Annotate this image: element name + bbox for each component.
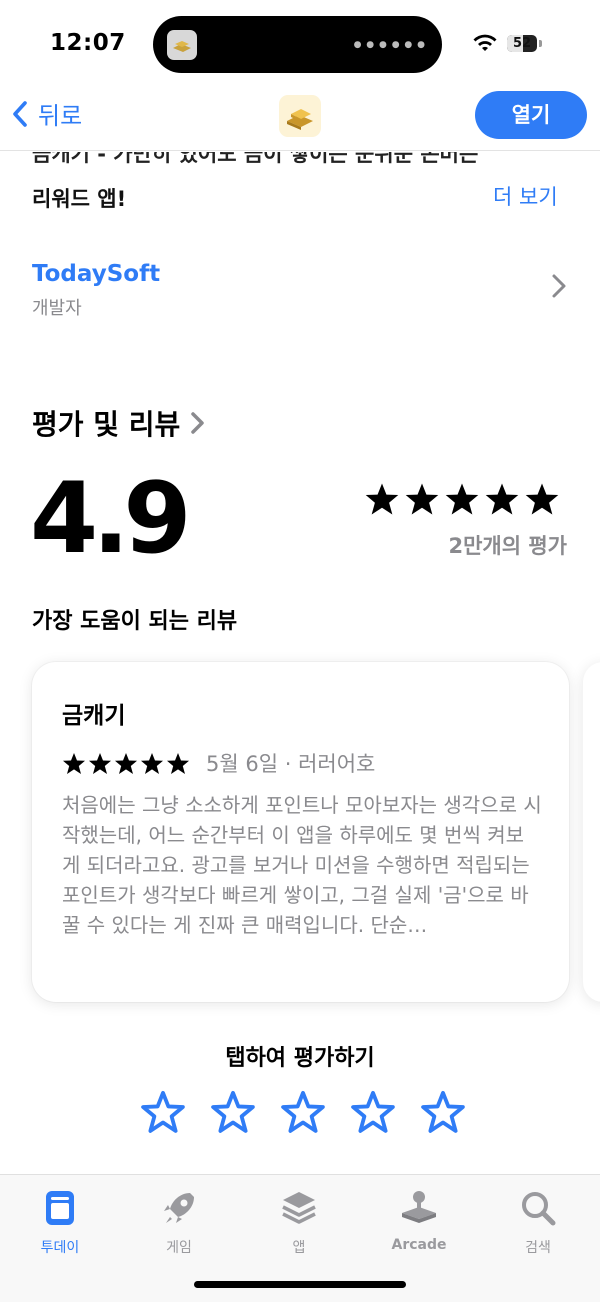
description-clipped-line: 금캐기 - 가만히 있어도 금이 쌓이는 눈뒤운 돈버는	[32, 152, 552, 168]
rocket-icon	[164, 1193, 194, 1223]
next-review-card[interactable]	[583, 662, 600, 1002]
review-body: 처음에는 그냥 소소하게 포인트나 모아보자는 생각으로 시작했는데, 어느 순…	[62, 793, 542, 937]
battery-cap	[539, 40, 542, 47]
battery-level: 52	[512, 36, 532, 51]
tab-label: Arcade	[391, 1237, 447, 1253]
layers-icon	[282, 1192, 316, 1224]
rating-count: 2만개의 평가	[448, 534, 567, 558]
star-filled-icon	[485, 483, 519, 515]
search-icon	[522, 1192, 556, 1226]
review-meta: 5월 6일 · 러러어호	[206, 752, 376, 776]
star-outline-icon[interactable]	[420, 1090, 466, 1134]
review-meta-row: 5월 6일 · 러러어호	[62, 748, 375, 778]
star-outline-icon[interactable]	[140, 1090, 186, 1134]
star-outline-icon[interactable]	[210, 1090, 256, 1134]
review-title: 금캐기	[62, 703, 126, 729]
more-link[interactable]: 더 보기	[493, 181, 558, 211]
back-label: 뒤로	[38, 102, 83, 130]
star-filled-icon	[63, 752, 85, 774]
home-indicator	[194, 1281, 406, 1288]
tab-arcade[interactable]: Arcade	[369, 1189, 469, 1253]
review-card[interactable]: 금캐기 5월 6일 · 러러어호 처음에는 그냥 소소하게 포인트나 모아보자는…	[32, 662, 569, 1002]
back-button[interactable]: 뒤로	[12, 96, 82, 131]
island-activity-dots: ● ● ● ● ● ●	[353, 40, 426, 50]
tap-to-rate-stars	[140, 1090, 466, 1134]
developer-name[interactable]: TodaySoft	[32, 261, 160, 287]
island-app-icon	[167, 30, 197, 60]
star-filled-icon	[115, 752, 137, 774]
tab-games[interactable]: 게임	[129, 1189, 229, 1257]
tab-search[interactable]: 검색	[488, 1189, 588, 1257]
description-line-2: 리워드 앱!	[32, 187, 127, 211]
wifi-icon	[473, 34, 497, 51]
star-filled-icon	[141, 752, 163, 774]
developer-role: 개발자	[32, 298, 82, 319]
review-stars	[62, 752, 192, 775]
status-time: 12:07	[50, 30, 126, 56]
rating-stars	[360, 482, 560, 516]
dynamic-island: ● ● ● ● ● ●	[153, 16, 442, 73]
description-line-1: 금캐기 - 가만히 있어도 금이 쌓이는 눈뒤운 돈버는	[32, 152, 479, 166]
ratings-section-title: 평가 및 리뷰	[32, 408, 181, 441]
rating-score: 4.9	[30, 462, 192, 576]
tab-label: 앱	[292, 1240, 306, 1256]
helpful-reviews-title: 가장 도움이 되는 리뷰	[32, 609, 238, 634]
tab-label: 검색	[525, 1240, 551, 1256]
star-outline-icon[interactable]	[350, 1090, 396, 1134]
star-outline-icon[interactable]	[280, 1090, 326, 1134]
tab-today[interactable]: 투데이	[10, 1189, 110, 1257]
app-icon	[279, 95, 321, 137]
tab-label: 투데이	[40, 1240, 80, 1256]
tap-to-rate-title: 탭하여 평가하기	[225, 1046, 375, 1071]
battery-icon: 52	[507, 35, 537, 52]
chevron-right-icon	[191, 412, 205, 434]
nav-divider	[0, 150, 600, 151]
star-filled-icon	[405, 483, 439, 515]
ratings-section-header[interactable]: 평가 및 리뷰	[32, 403, 206, 443]
star-filled-icon	[445, 483, 479, 515]
tab-apps[interactable]: 앱	[249, 1189, 349, 1257]
tab-label: 게임	[166, 1240, 192, 1256]
star-filled-icon	[525, 483, 559, 515]
open-button[interactable]: 열기	[475, 91, 587, 139]
star-filled-icon	[89, 752, 111, 774]
today-icon	[46, 1191, 74, 1225]
chevron-right-icon[interactable]	[551, 273, 567, 299]
chevron-left-icon	[13, 100, 27, 127]
joystick-icon	[402, 1191, 436, 1223]
star-filled-icon	[365, 483, 399, 515]
star-filled-icon	[167, 752, 189, 774]
